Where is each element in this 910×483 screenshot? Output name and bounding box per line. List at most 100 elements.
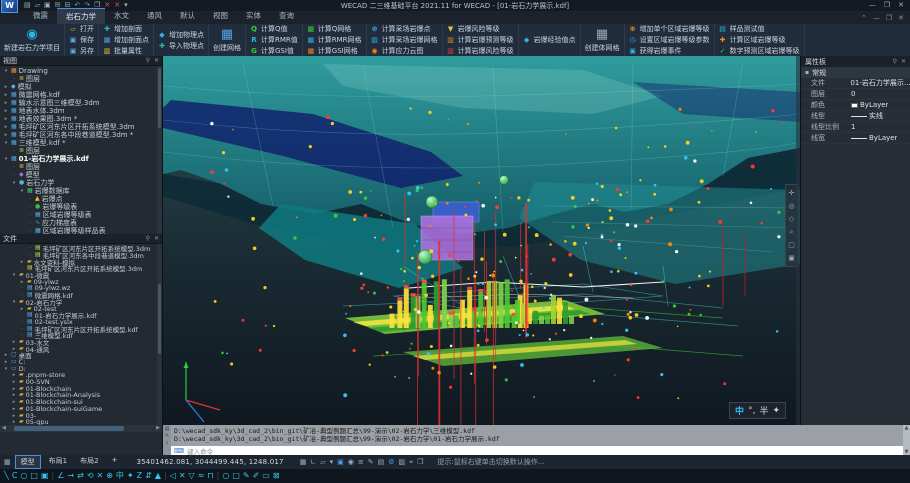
drawing-tool-icon[interactable]: → xyxy=(67,469,74,483)
workspace-icon[interactable]: ▨ xyxy=(399,458,406,467)
view-box-icon[interactable]: ▢ xyxy=(788,241,795,249)
drawing-tool-icon[interactable]: C xyxy=(12,469,18,483)
expander-icon[interactable]: ▸ xyxy=(3,124,9,130)
ribbon-tab-默认[interactable]: 默认 xyxy=(171,8,204,24)
drawing-tool-icon[interactable]: □ xyxy=(232,469,240,483)
ribbon-button[interactable]: ✚计算区域岩爆等级 xyxy=(719,35,800,45)
tree-item[interactable]: ·≣图层 xyxy=(0,163,162,171)
drawing-tool-icon[interactable]: ✕ xyxy=(97,469,104,483)
ribbon-button[interactable]: ▦计算RMR网格 xyxy=(307,35,362,45)
expander-icon[interactable]: ▾ xyxy=(3,68,9,74)
annotate-icon[interactable]: ✎ xyxy=(368,458,374,467)
minimize-button[interactable]: — xyxy=(869,0,876,11)
ribbon-tab-岩石力学[interactable]: 岩石力学 xyxy=(57,8,105,24)
drawing-tool-icon[interactable]: ≈ xyxy=(198,469,205,483)
file-tree-scrollbar[interactable] xyxy=(157,244,162,425)
expander-icon[interactable]: ▸ xyxy=(11,406,17,412)
expander-icon[interactable]: ▸ xyxy=(19,279,25,285)
drawing-tool-icon[interactable]: ⟲ xyxy=(87,469,94,483)
tracking-icon[interactable]: ⌖ xyxy=(409,458,413,467)
ribbon-button[interactable]: ◉计算应力云图 xyxy=(371,46,438,56)
drawing-tool-icon[interactable]: ○ xyxy=(222,469,229,483)
model-space-icon[interactable]: ▦ xyxy=(4,458,11,466)
scroll-up-icon[interactable]: ▲ xyxy=(905,425,909,431)
tree-item[interactable]: ▾●岩石力学 xyxy=(0,179,162,187)
steering-wheel-icon[interactable]: ◎ xyxy=(788,202,794,210)
expander-icon[interactable]: ▾ xyxy=(19,188,25,194)
ribbon-button[interactable]: Q计算Q值 xyxy=(250,24,298,34)
drawing-tool-icon[interactable]: ⊕ xyxy=(106,469,113,483)
property-row[interactable]: 文件01-岩石力学展示… xyxy=(801,78,910,89)
ribbon-button[interactable]: ▨计算采场岩爆网格 xyxy=(371,35,438,45)
tree-item[interactable]: ·▤09-ylwz.wz xyxy=(0,285,162,292)
ribbon-collapse-icon[interactable]: ⌃ xyxy=(861,14,867,22)
ribbon-tab-视图[interactable]: 视图 xyxy=(204,8,237,24)
ribbon-button[interactable]: ▦创建体网格 xyxy=(585,28,620,53)
ribbon-button[interactable]: ◉新建岩石力学项目 xyxy=(4,28,60,53)
layout-tab-布局1[interactable]: 布局1 xyxy=(44,455,72,469)
expander-icon[interactable]: ▾ xyxy=(3,156,9,162)
ortho-icon[interactable]: ∟ xyxy=(310,458,316,467)
drawing-tool-icon[interactable]: ✦ xyxy=(127,469,134,483)
ribbon-button[interactable]: ◆增加物理点 xyxy=(158,30,204,40)
tree-item[interactable]: ▸▰01-Blockchain-suiGame xyxy=(0,406,162,413)
orbit-icon[interactable]: ◇ xyxy=(789,215,794,223)
properties-section-header[interactable]: ▪ 常规 xyxy=(801,67,910,78)
ribbon-button[interactable]: ▥计算岩爆风险等级 xyxy=(447,46,514,56)
drawing-tool-icon[interactable]: ⇄ xyxy=(77,469,84,483)
view-tree-scrollbar[interactable] xyxy=(157,66,162,234)
property-row[interactable]: 图层0 xyxy=(801,89,910,100)
expander-icon[interactable]: ▸ xyxy=(11,386,17,392)
ime-toolbar[interactable]: 中°,半✦ xyxy=(729,402,786,419)
expander-icon[interactable]: ▸ xyxy=(3,108,9,114)
expander-icon[interactable]: ▸ xyxy=(11,372,17,378)
drawing-tool-icon[interactable]: Z xyxy=(137,469,142,483)
drawing-tool-icon[interactable]: ◁ xyxy=(170,469,176,483)
pin-icon[interactable]: ⚲ xyxy=(146,57,150,64)
ribbon-button[interactable]: ⊕计算采场岩爆点 xyxy=(371,24,438,34)
command-console[interactable]: ▤ ✎ ⌕ D:\wecad_sdk_ky\3d_cad_2\bin_git\矿… xyxy=(163,425,910,455)
tree-item[interactable]: ▸▰00-SVN xyxy=(0,379,162,386)
menu-icon[interactable]: ≡ xyxy=(358,458,364,467)
ribbon-button[interactable]: ▣保存 xyxy=(69,35,94,45)
tree-item[interactable]: ▾▦01-岩石力学展示.kdf xyxy=(0,155,162,163)
expander-icon[interactable]: ▸ xyxy=(3,116,9,122)
tree-item[interactable]: ▾▦三维模型.kdf * xyxy=(0,139,162,147)
app-close-icon[interactable]: ✕ xyxy=(898,14,904,22)
ribbon-tab-通风[interactable]: 通风 xyxy=(138,8,171,24)
tree-item[interactable]: ▾▦Drawing xyxy=(0,67,162,75)
close-icon[interactable]: ✕ xyxy=(154,235,159,242)
ime-punct-icon[interactable]: °, xyxy=(748,406,755,416)
expander-icon[interactable]: ▸ xyxy=(11,392,17,398)
settings-gear-icon[interactable]: ⚙ xyxy=(388,458,394,467)
drawing-tool-icon[interactable]: □ xyxy=(30,469,38,483)
dropdown-icon[interactable]: ▾ xyxy=(330,458,334,467)
ribbon-button[interactable]: ▦创建网格 xyxy=(213,28,241,53)
ribbon-tab-微震[interactable]: 微震 xyxy=(24,8,57,24)
expander-icon[interactable]: ▸ xyxy=(3,359,9,365)
tree-item[interactable]: ▸▰09-ylwz xyxy=(0,278,162,285)
expander-icon[interactable]: ▸ xyxy=(3,100,9,106)
ribbon-button[interactable]: ▦计算Q网格 xyxy=(307,24,362,34)
property-row[interactable]: 线型实线 xyxy=(801,111,910,122)
tree-item[interactable]: ·▲岩爆点 xyxy=(0,195,162,203)
ribbon-tab-查询[interactable]: 查询 xyxy=(270,8,303,24)
tree-item[interactable]: ·▤01-岩石力学展示.kdf xyxy=(0,312,162,319)
tree-item[interactable]: ·▤毛坪矿区河东片区开拓系统模型.3dm xyxy=(0,265,162,272)
expander-icon[interactable]: ▸ xyxy=(3,132,9,138)
ribbon-button[interactable]: ▼岩爆风险等级 xyxy=(447,24,514,34)
pan-icon[interactable]: ✛ xyxy=(789,189,795,197)
ribbon-button[interactable]: R计算RMR值 xyxy=(250,35,298,45)
drawing-tool-icon[interactable]: ▣ xyxy=(41,469,49,483)
ribbon-button[interactable]: ▣另存 xyxy=(69,46,94,56)
viewport-3d[interactable]: ✛◎◇⌕▢▣ 中°,半✦ xyxy=(163,56,800,425)
tree-item[interactable]: ▸▰.pnpm-store xyxy=(0,372,162,379)
ribbon-button[interactable]: ▦增加剖面点 xyxy=(103,35,149,45)
drawing-tool-icon[interactable]: 中 xyxy=(116,469,124,483)
expander-icon[interactable]: ▾ xyxy=(3,140,9,146)
tree-item[interactable]: ▸▰03- xyxy=(0,412,162,419)
showmotion-icon[interactable]: ▣ xyxy=(788,254,795,262)
property-row[interactable]: 线型比例1 xyxy=(801,122,910,133)
expander-icon[interactable]: ▸ xyxy=(3,352,9,358)
layout-tab-+[interactable]: + xyxy=(107,455,123,469)
